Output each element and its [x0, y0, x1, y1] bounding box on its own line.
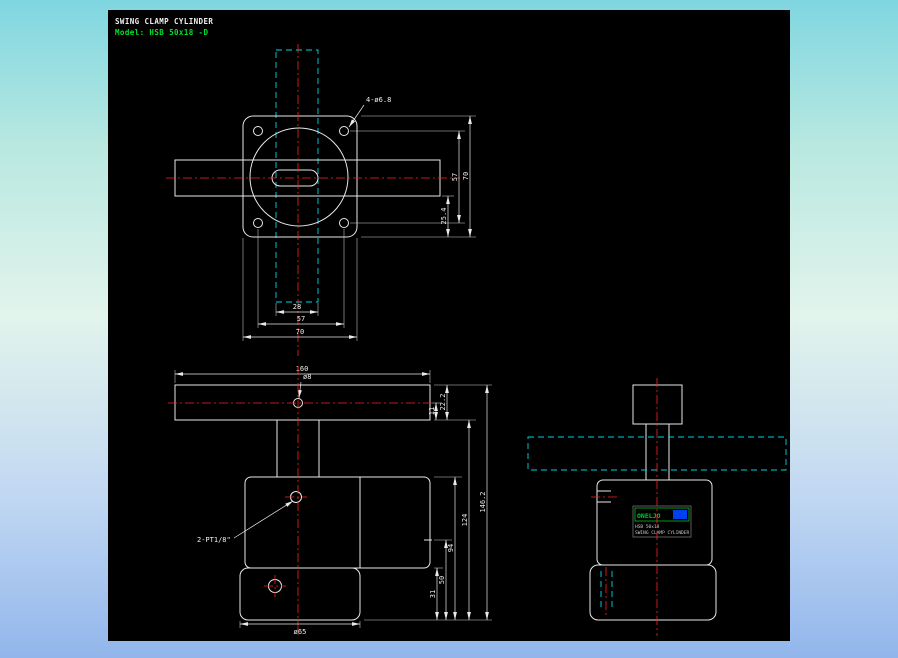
dim-flange-dia: ø65 [294, 628, 307, 636]
nameplate-blue-mark [673, 510, 687, 519]
dim-flange-thickness: 31 [429, 590, 437, 598]
cylinder-body-circle [250, 128, 348, 226]
drawing-title: SWING CLAMP CYLINDER [115, 17, 213, 26]
title-block: SWING CLAMP CYLINDER Model: HSB 50x18 -D [115, 17, 213, 37]
cylinder-body-outline [245, 477, 430, 568]
arm-end-outline [633, 385, 682, 424]
dim-arm-length: 160 [296, 365, 309, 373]
bolt-holes-label: 4-ø6.8 [366, 96, 391, 104]
front-view-body: 2-PT1/8" [197, 366, 432, 635]
dim-slot-width: 28 [293, 303, 301, 311]
dim-hole-edge: 11 [428, 407, 436, 415]
bolt-hole [340, 219, 349, 228]
top-view: 4-ø6.8 [166, 44, 460, 356]
front-view-arm: ø8 160 [168, 365, 438, 420]
dim-bolt-pitch-y: 57 [451, 173, 459, 181]
arm-slot [272, 170, 318, 186]
cad-drawing: SWING CLAMP CYLINDER Model: HSB 50x18 -D… [108, 10, 790, 641]
cylinder-body-side-outline [597, 480, 712, 565]
leader-line [234, 501, 293, 538]
bolt-hole [254, 219, 263, 228]
bottom-flange-outline [240, 568, 360, 620]
dim-height-under-arm: 124 [461, 514, 469, 527]
dim-total-height: 146.2 [479, 491, 487, 512]
phantom-arm-vertical [276, 50, 318, 302]
bolt-hole [254, 127, 263, 136]
cad-drawing-canvas: SWING CLAMP CYLINDER Model: HSB 50x18 -D… [108, 10, 790, 641]
dim-arm-thickness: 22.2 [439, 394, 447, 411]
ports-label: 2-PT1/8" [197, 536, 231, 544]
dim-body-height: 94 [447, 544, 455, 552]
dim-bolt-pitch-x: 57 [297, 315, 305, 323]
dim-flange-width: 70 [296, 328, 304, 336]
dim-port-height: 50 [438, 576, 446, 584]
nameplate-model: HSB 50x18 [635, 524, 660, 530]
dim-flange-height: 70 [462, 172, 470, 180]
nameplate-desc: SWING CLAMP CYLINDER [635, 530, 689, 536]
leader-line [299, 382, 301, 398]
bolt-hole [340, 127, 349, 136]
side-view: ONELJO HSB 50x18 SWING CLAMP CYLINDER [528, 378, 786, 636]
bottom-flange-side-outline [590, 565, 716, 620]
top-view-dimensions: 28 57 70 25.4 57 70 [243, 116, 476, 341]
drawing-model: Model: HSB 50x18 -D [115, 28, 208, 37]
dim-arm-offset: 25.4 [440, 208, 448, 225]
